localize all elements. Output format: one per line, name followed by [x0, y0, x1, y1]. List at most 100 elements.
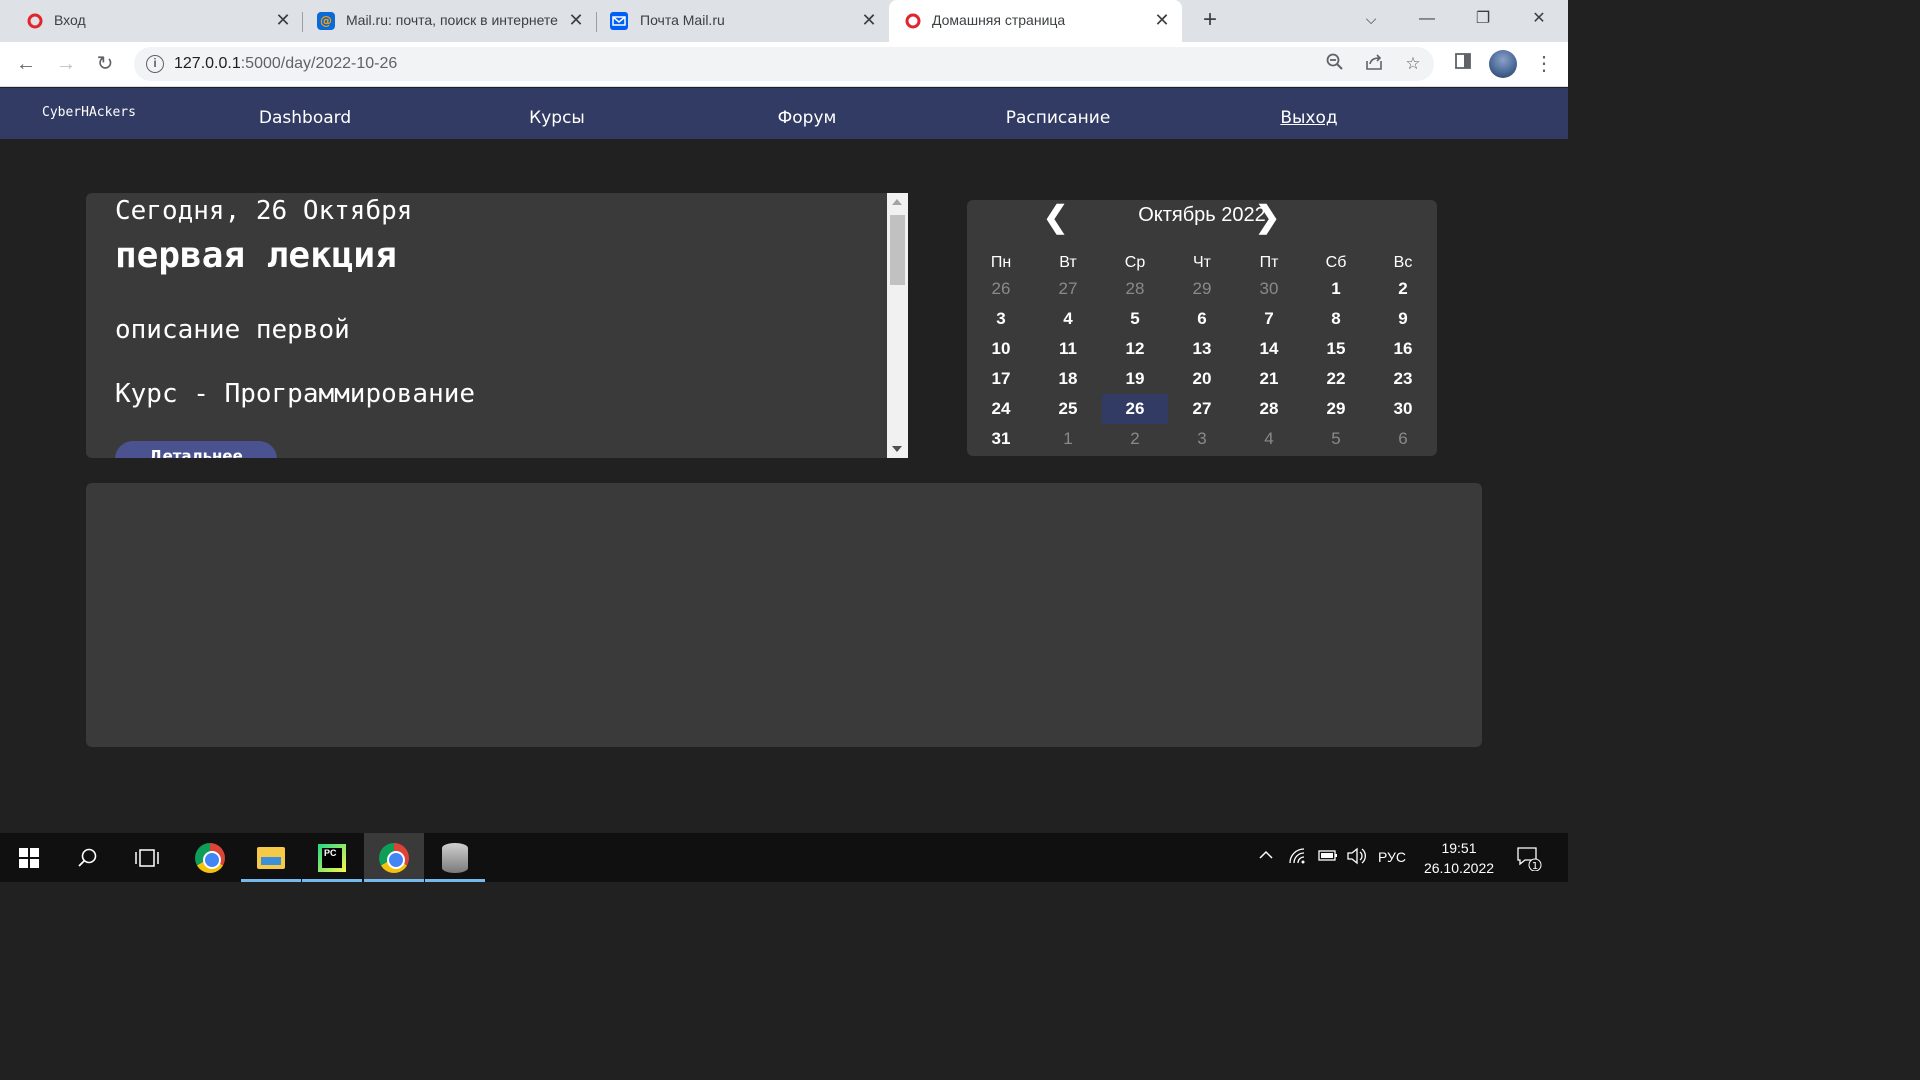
nav-link-forum[interactable]: Форум: [778, 108, 837, 128]
notification-count: 1: [1532, 861, 1538, 871]
volume-icon[interactable]: [1346, 847, 1366, 869]
browser-tab[interactable]: Вход ✕: [0, 0, 300, 42]
calendar-day[interactable]: 4: [1236, 424, 1302, 454]
close-window-icon[interactable]: ✕: [1526, 6, 1552, 32]
profile-avatar[interactable]: [1489, 50, 1517, 78]
battery-icon[interactable]: [1316, 847, 1338, 867]
nav-link-courses[interactable]: Курсы: [529, 108, 585, 128]
calendar-day[interactable]: 27: [1035, 274, 1101, 304]
nav-link-schedule[interactable]: Расписание: [1006, 108, 1111, 128]
scroll-up-arrow-icon[interactable]: [892, 199, 902, 205]
day-panel-scrollbar[interactable]: [887, 193, 908, 458]
calendar-day[interactable]: 13: [1169, 334, 1235, 364]
taskbar-chrome-pinned[interactable]: [180, 833, 240, 882]
calendar-day[interactable]: 16: [1370, 334, 1436, 364]
nav-link-logout[interactable]: Выход: [1280, 108, 1337, 128]
calendar-day[interactable]: 28: [1102, 274, 1168, 304]
taskbar-clock[interactable]: 19:51 26.10.2022: [1420, 838, 1498, 878]
calendar-weekday: Пн: [990, 254, 1012, 271]
browser-tab[interactable]: @ Mail.ru: почта, поиск в интернете ✕: [303, 0, 593, 42]
calendar-next-icon[interactable]: ❯: [1255, 200, 1280, 235]
close-tab-icon[interactable]: ✕: [860, 10, 878, 30]
calendar-day[interactable]: 2: [1370, 274, 1436, 304]
taskbar-chrome-active[interactable]: [364, 833, 424, 882]
details-button[interactable]: Детальнее: [115, 441, 277, 458]
calendar-day[interactable]: 24: [968, 394, 1034, 424]
calendar-day[interactable]: 18: [1035, 364, 1101, 394]
browser-tab-active[interactable]: Домашняя страница ✕: [889, 0, 1182, 42]
calendar-day[interactable]: 19: [1102, 364, 1168, 394]
calendar-day[interactable]: 12: [1102, 334, 1168, 364]
scrollbar-thumb[interactable]: [890, 215, 905, 285]
nav-link-dashboard[interactable]: Dashboard: [259, 108, 351, 128]
calendar-day[interactable]: 14: [1236, 334, 1302, 364]
calendar-prev-icon[interactable]: ❮: [1043, 200, 1068, 235]
tab-search-chevron-icon[interactable]: ⌵: [1358, 6, 1384, 32]
url-text[interactable]: 127.0.0.1:5000/day/2022-10-26: [174, 55, 397, 73]
calendar-day[interactable]: 15: [1303, 334, 1369, 364]
menu-dots-icon[interactable]: ⋮: [1532, 52, 1556, 76]
close-tab-icon[interactable]: ✕: [274, 10, 292, 30]
calendar-day[interactable]: 28: [1236, 394, 1302, 424]
calendar-day[interactable]: 30: [1370, 394, 1436, 424]
restore-icon[interactable]: ❐: [1470, 6, 1496, 32]
search-button[interactable]: [58, 833, 118, 882]
new-tab-icon[interactable]: +: [1198, 8, 1222, 32]
address-bar[interactable]: i 127.0.0.1:5000/day/2022-10-26 ☆: [134, 47, 1434, 81]
calendar-day[interactable]: 1: [1035, 424, 1101, 454]
tray-overflow-chevron-icon[interactable]: [1258, 847, 1274, 867]
calendar-day[interactable]: 30: [1236, 274, 1302, 304]
minimize-icon[interactable]: —: [1414, 6, 1440, 32]
calendar-day[interactable]: 10: [968, 334, 1034, 364]
calendar-day[interactable]: 3: [1169, 424, 1235, 454]
calendar-day[interactable]: 25: [1035, 394, 1101, 424]
calendar-day[interactable]: 6: [1370, 424, 1436, 454]
calendar-day[interactable]: 4: [1035, 304, 1101, 334]
calendar-day[interactable]: 11: [1035, 334, 1101, 364]
site-logo[interactable]: CyberHAckers: [42, 105, 136, 120]
calendar-day[interactable]: 31: [968, 424, 1034, 454]
calendar-day[interactable]: 21: [1236, 364, 1302, 394]
action-center-icon[interactable]: 1: [1516, 845, 1542, 875]
input-language-indicator[interactable]: РУС: [1378, 849, 1406, 865]
back-icon[interactable]: ←: [12, 50, 40, 78]
calendar-day[interactable]: 2: [1102, 424, 1168, 454]
forward-icon[interactable]: →: [52, 50, 80, 78]
day-events-panel[interactable]: Сегодня, 26 Октября первая лекция описан…: [86, 193, 908, 458]
network-icon[interactable]: [1288, 847, 1308, 869]
calendar-day[interactable]: 23: [1370, 364, 1436, 394]
calendar-day[interactable]: 26: [968, 274, 1034, 304]
close-tab-icon[interactable]: ✕: [567, 10, 585, 30]
taskbar-pycharm[interactable]: PC: [302, 833, 362, 882]
tab-title: Mail.ru: почта, поиск в интернете: [346, 12, 558, 28]
taskbar-database-app[interactable]: [425, 833, 485, 882]
calendar-day[interactable]: 27: [1169, 394, 1235, 424]
calendar-day[interactable]: 6: [1169, 304, 1235, 334]
reload-icon[interactable]: ↻: [91, 50, 119, 78]
site-info-icon[interactable]: i: [146, 55, 164, 73]
calendar-day[interactable]: 3: [968, 304, 1034, 334]
svg-text:@: @: [320, 14, 332, 28]
bookmark-star-icon[interactable]: ☆: [1402, 53, 1424, 75]
calendar-day[interactable]: 7: [1236, 304, 1302, 334]
scroll-down-arrow-icon[interactable]: [892, 446, 902, 452]
taskbar-file-explorer[interactable]: [241, 833, 301, 882]
calendar-day[interactable]: 22: [1303, 364, 1369, 394]
task-view-button[interactable]: [117, 833, 177, 882]
calendar-day[interactable]: 29: [1169, 274, 1235, 304]
calendar-day[interactable]: 9: [1370, 304, 1436, 334]
zoom-icon[interactable]: [1324, 53, 1346, 75]
calendar-day[interactable]: 20: [1169, 364, 1235, 394]
calendar-day[interactable]: 17: [968, 364, 1034, 394]
start-button[interactable]: [0, 833, 58, 882]
close-tab-icon[interactable]: ✕: [1153, 10, 1171, 30]
calendar-day[interactable]: 1: [1303, 274, 1369, 304]
side-panel-icon[interactable]: [1451, 52, 1475, 76]
calendar-day[interactable]: 5: [1102, 304, 1168, 334]
calendar-day[interactable]: 8: [1303, 304, 1369, 334]
browser-tab[interactable]: Почта Mail.ru ✕: [597, 0, 887, 42]
calendar-day-today[interactable]: 26: [1102, 394, 1168, 424]
calendar-day[interactable]: 29: [1303, 394, 1369, 424]
calendar-day[interactable]: 5: [1303, 424, 1369, 454]
share-icon[interactable]: [1363, 53, 1385, 75]
